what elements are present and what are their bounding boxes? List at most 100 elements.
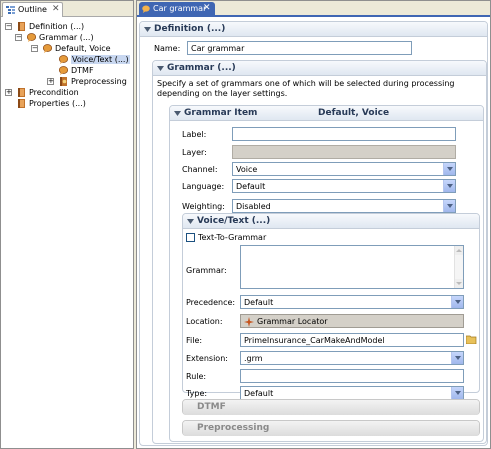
- section-title: Preprocessing: [197, 423, 270, 433]
- collapse-icon[interactable]: −: [5, 23, 12, 30]
- name-field[interactable]: Car grammar: [187, 41, 412, 55]
- grammar-item-subtitle: Default, Voice: [318, 108, 390, 118]
- voice-text-section: Voice/Text (...) Text-To-Grammar Grammar…: [182, 213, 480, 400]
- editor-tabbar: Car grammar ✕: [137, 1, 490, 17]
- rule-field[interactable]: [240, 369, 464, 383]
- precedence-dropdown[interactable]: Default: [240, 295, 464, 309]
- chevron-down-icon[interactable]: [174, 110, 181, 117]
- grammar-locator-button[interactable]: Grammar Locator: [240, 314, 464, 328]
- outline-tab[interactable]: Outline ✕: [2, 2, 63, 17]
- extension-value: .grm: [244, 354, 263, 363]
- close-icon[interactable]: ✕: [203, 3, 211, 13]
- label-label: Label:: [182, 130, 207, 139]
- text-to-grammar-checkbox[interactable]: [186, 233, 195, 242]
- language-value: Default: [236, 182, 266, 191]
- chevron-down-icon[interactable]: [451, 296, 463, 308]
- grammar-item-title: Grammar Item: [184, 108, 258, 118]
- location-value: Grammar Locator: [257, 317, 328, 326]
- outline-tab-label: Outline: [18, 5, 47, 14]
- grammar-bubble-icon: [27, 33, 36, 42]
- tree-item-label: DTMF: [71, 66, 94, 75]
- precedence-label: Precedence:: [186, 298, 236, 307]
- label-field[interactable]: [232, 127, 456, 141]
- file-field[interactable]: PrimeInsurance_CarMakeAndModel: [240, 333, 464, 347]
- chevron-down-icon[interactable]: [443, 180, 455, 192]
- chevron-down-icon[interactable]: [187, 218, 194, 225]
- locator-star-icon: [244, 317, 254, 327]
- tree-item-label: Preprocessing: [71, 77, 127, 86]
- grammar-bubble-icon: [59, 55, 68, 64]
- outline-icon: [6, 6, 15, 14]
- grammar-label: Grammar:: [186, 266, 227, 275]
- collapse-icon[interactable]: −: [15, 34, 22, 41]
- grammar-bubble-icon: [59, 66, 68, 75]
- book-icon: [18, 88, 25, 97]
- dtmf-header[interactable]: DTMF: [183, 400, 479, 415]
- weighting-dropdown[interactable]: Disabled: [232, 199, 456, 213]
- channel-dropdown[interactable]: Voice: [232, 162, 456, 176]
- chevron-down-icon[interactable]: [443, 200, 455, 212]
- outline-tabbar: Outline ✕: [1, 1, 133, 17]
- close-icon[interactable]: ✕: [52, 4, 60, 14]
- layer-field: [232, 145, 456, 159]
- folder-icon[interactable]: [466, 335, 477, 344]
- tree-item-label: Properties (...): [29, 99, 86, 108]
- tree-item-label: Definition (...): [29, 22, 85, 31]
- chevron-down-icon[interactable]: [144, 26, 151, 33]
- grammar-item-header[interactable]: Grammar Item Default, Voice: [170, 106, 483, 121]
- file-label: File:: [186, 336, 203, 345]
- tree-item-label: Precondition: [29, 88, 79, 97]
- expand-icon[interactable]: +: [5, 89, 12, 96]
- channel-label: Channel:: [182, 165, 218, 174]
- chevron-down-icon[interactable]: [443, 163, 455, 175]
- book-icon: [18, 22, 25, 31]
- language-label: Language:: [182, 182, 225, 191]
- chevron-down-icon[interactable]: [157, 65, 164, 72]
- grammar-item-section: Grammar Item Default, Voice Label: Layer…: [169, 105, 484, 442]
- section-title: DTMF: [197, 402, 226, 412]
- rule-label: Rule:: [186, 372, 207, 381]
- layer-label: Layer:: [182, 148, 207, 157]
- scroll-down-icon[interactable]: [455, 279, 463, 288]
- collapse-icon[interactable]: −: [31, 45, 38, 52]
- scroll-up-icon[interactable]: [455, 246, 463, 255]
- name-label: Name:: [154, 44, 181, 53]
- type-value: Default: [244, 389, 274, 398]
- section-title: Voice/Text (...): [197, 216, 271, 226]
- grammar-section: Grammar (...) Specify a set of grammars …: [152, 60, 487, 444]
- type-label: Type:: [186, 389, 208, 398]
- editor-tab-label: Car grammar: [153, 4, 207, 13]
- preprocessing-header[interactable]: Preprocessing: [183, 421, 479, 436]
- weighting-value: Disabled: [236, 202, 271, 211]
- book-icon: [18, 99, 25, 108]
- definition-section-header[interactable]: Definition (...): [140, 22, 487, 37]
- tree-item-label: Grammar (...): [39, 33, 94, 42]
- precedence-value: Default: [244, 298, 274, 307]
- section-title: Definition (...): [154, 24, 226, 34]
- text-to-grammar-label: Text-To-Grammar: [198, 233, 267, 242]
- scrollbar[interactable]: [454, 246, 463, 288]
- expand-icon[interactable]: +: [47, 78, 54, 85]
- grammar-section-header[interactable]: Grammar (...): [153, 61, 486, 76]
- editor-tab-car-grammar[interactable]: Car grammar ✕: [139, 2, 215, 17]
- tree-item-label: Default, Voice: [55, 44, 111, 53]
- chevron-down-icon[interactable]: [451, 387, 463, 399]
- extension-dropdown[interactable]: .grm: [240, 351, 464, 365]
- voice-text-header[interactable]: Voice/Text (...): [183, 214, 479, 229]
- preprocessing-section[interactable]: Preprocessing: [182, 420, 480, 436]
- grammar-bubble-icon: [43, 44, 52, 53]
- chevron-down-icon[interactable]: [451, 352, 463, 364]
- type-dropdown[interactable]: Default: [240, 386, 464, 400]
- dtmf-section[interactable]: DTMF: [182, 399, 480, 415]
- outline-view: Outline ✕ − Definition (...) − Grammar (…: [0, 0, 134, 449]
- extension-label: Extension:: [186, 354, 228, 363]
- definition-section: Definition (...) Name: Car grammar Gramm…: [139, 21, 488, 446]
- grammar-bubble-icon: [142, 5, 150, 13]
- location-label: Location:: [186, 317, 223, 326]
- channel-value: Voice: [236, 165, 258, 174]
- grammar-textarea[interactable]: [240, 245, 464, 289]
- gear-book-icon: [60, 77, 67, 86]
- grammar-editor: Car grammar ✕ Definition (...) Name: Car…: [136, 0, 491, 449]
- grammar-description: Specify a set of grammars one of which w…: [157, 79, 455, 98]
- language-dropdown[interactable]: Default: [232, 179, 456, 193]
